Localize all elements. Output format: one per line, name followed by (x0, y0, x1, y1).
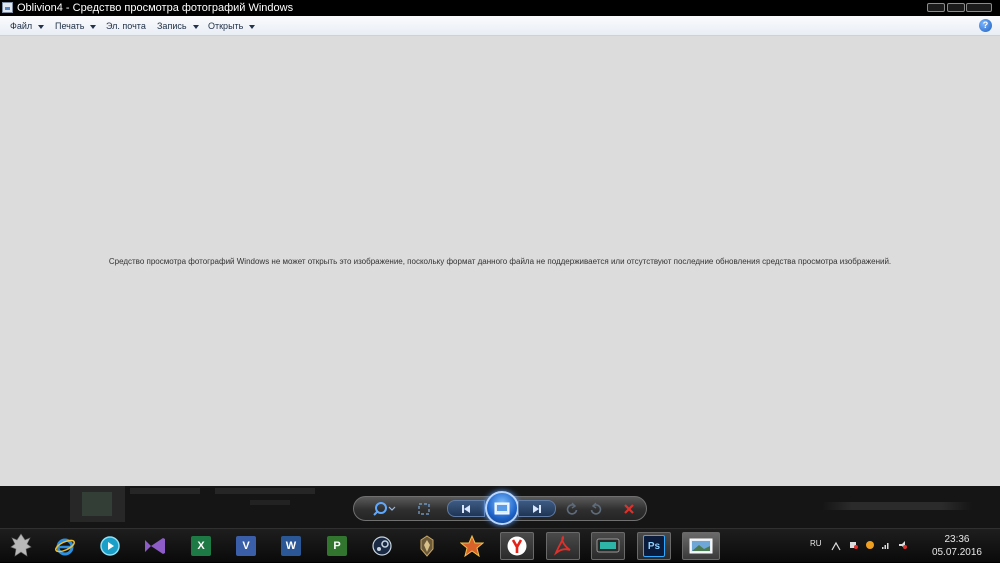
slideshow-icon (494, 502, 510, 514)
steam-icon (372, 536, 392, 556)
monitor-app-icon (596, 538, 620, 553)
background-reflection (130, 488, 200, 494)
taskbar-media-app[interactable] (93, 532, 127, 560)
game-icon (460, 535, 484, 557)
magnifier-icon (373, 502, 396, 516)
chevron-down-icon (249, 24, 256, 29)
action-center-icon[interactable] (850, 541, 858, 549)
slideshow-button[interactable] (485, 491, 519, 525)
maximize-button[interactable] (947, 3, 965, 12)
excel-icon: X (191, 536, 211, 556)
internet-explorer-icon (55, 538, 75, 556)
taskbar-game[interactable] (455, 532, 489, 560)
background-reflection (250, 500, 290, 505)
menu-burn[interactable]: Запись (157, 20, 199, 32)
start-button[interactable] (6, 531, 36, 561)
taskbar-visual-studio[interactable] (138, 532, 172, 560)
rotate-counterclockwise-button[interactable] (564, 502, 580, 516)
chevron-down-icon (90, 24, 97, 29)
taskbar-word[interactable]: W (274, 532, 308, 560)
volume-muted-icon[interactable] (899, 541, 907, 549)
menu-file[interactable]: Файл (10, 20, 45, 32)
rotate-left-icon (566, 502, 578, 515)
taskbar: X V W P Ps RU 23:36 05.07.2016 (0, 528, 1000, 562)
project-icon: P (327, 536, 347, 556)
window-title: Oblivion4 - Средство просмотра фотографи… (17, 2, 294, 14)
background-reflection (822, 502, 972, 510)
update-icon[interactable] (866, 541, 874, 549)
delete-button[interactable] (621, 502, 637, 516)
skyrim-logo-icon (10, 533, 32, 557)
oblivion-icon (420, 535, 434, 557)
delete-icon (624, 504, 634, 514)
visio-icon: V (236, 536, 256, 556)
taskbar-acrobat[interactable] (546, 532, 580, 560)
help-icon[interactable]: ? (979, 19, 992, 32)
actual-size-icon (418, 503, 430, 515)
photo-viewer-app-icon (2, 2, 13, 13)
taskbar-photo-viewer[interactable] (682, 532, 720, 560)
rotate-right-icon (590, 502, 602, 515)
taskbar-internet-explorer[interactable] (48, 532, 82, 560)
menu-bar: Файл Печать Эл. почта Запись Открыть ? (0, 16, 1000, 36)
visual-studio-icon (145, 538, 165, 554)
yandex-browser-icon (507, 536, 527, 556)
taskbar-yandex-browser[interactable] (500, 532, 534, 560)
media-app-icon (100, 536, 120, 556)
clock[interactable]: 23:36 05.07.2016 (932, 533, 982, 559)
next-icon (539, 504, 541, 513)
taskbar-excel[interactable]: X (184, 532, 218, 560)
background-reflection (70, 486, 125, 522)
previous-button[interactable] (447, 500, 485, 517)
zoom-button[interactable] (372, 501, 398, 517)
photo-viewer-icon (689, 538, 713, 554)
controls-pill (353, 491, 647, 525)
clock-date: 05.07.2016 (931, 547, 982, 558)
actual-size-button[interactable] (416, 501, 432, 517)
taskbar-oblivion[interactable] (410, 532, 444, 560)
menu-print[interactable]: Печать (55, 20, 97, 32)
minimize-button[interactable] (927, 3, 945, 12)
close-button[interactable] (966, 3, 992, 12)
previous-icon (464, 504, 470, 513)
menu-email[interactable]: Эл. почта (106, 20, 146, 32)
taskbar-visio[interactable]: V (229, 532, 263, 560)
clock-time: 23:36 (944, 534, 970, 545)
chevron-down-icon (38, 24, 45, 29)
word-icon: W (281, 536, 301, 556)
viewer-controls-bar (0, 486, 1000, 528)
error-message: Средство просмотра фотографий Windows не… (108, 257, 892, 266)
language-indicator[interactable]: RU (810, 539, 822, 548)
menu-open[interactable]: Открыть (208, 20, 256, 32)
network-icon[interactable] (882, 541, 890, 549)
taskbar-monitor-app[interactable] (591, 532, 625, 560)
taskbar-photoshop[interactable]: Ps (637, 532, 671, 560)
title-bar: Oblivion4 - Средство просмотра фотографи… (0, 0, 1000, 16)
acrobat-icon (553, 535, 571, 556)
system-tray: RU 23:36 05.07.2016 (800, 529, 1000, 563)
chevron-up-icon[interactable] (831, 541, 841, 551)
photoshop-icon: Ps (643, 535, 665, 557)
taskbar-project[interactable]: P (320, 532, 354, 560)
rotate-clockwise-button[interactable] (588, 502, 604, 516)
background-reflection (215, 488, 315, 494)
image-viewport: Средство просмотра фотографий Windows не… (0, 36, 1000, 486)
next-button[interactable] (518, 500, 556, 517)
chevron-down-icon (192, 24, 199, 29)
taskbar-steam[interactable] (365, 532, 399, 560)
